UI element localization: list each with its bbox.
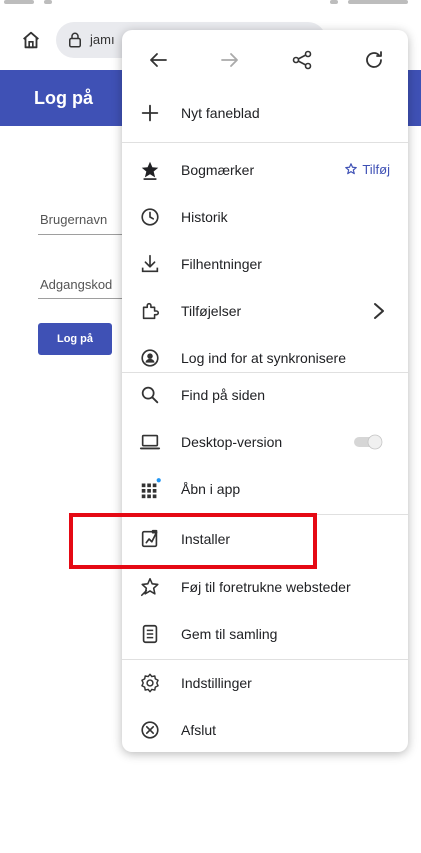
menu-item-extensions[interactable]: Tilføjelser: [122, 288, 408, 335]
share-icon[interactable]: [290, 48, 314, 72]
forward-icon[interactable]: [218, 48, 242, 72]
menu-item-label: Log ind for at synkronisere: [181, 350, 346, 366]
menu-item-label: Afslut: [181, 722, 217, 738]
add-bookmark-label: Tilføj: [362, 162, 390, 177]
star-outline-icon: [345, 163, 358, 175]
status-indicator: [4, 0, 34, 4]
menu-item-new-tab[interactable]: Nyt faneblad: [122, 90, 408, 137]
highlight-box: [69, 513, 317, 569]
menu-item-desktop-version[interactable]: Desktop-version: [122, 419, 408, 466]
menu-item-open-in-app[interactable]: Åbn i app: [122, 466, 408, 513]
menu-item-label: Nyt faneblad: [181, 105, 260, 121]
status-indicator: [348, 0, 408, 4]
apps-grid-icon: [141, 478, 161, 499]
exit-icon: [141, 721, 159, 739]
star-icon: [141, 161, 159, 180]
menu-item-history[interactable]: Historik: [122, 194, 408, 241]
menu-item-label: Indstillinger: [181, 675, 252, 691]
menu-item-save-to-collection[interactable]: Gem til samling: [122, 611, 408, 658]
refresh-icon[interactable]: [362, 48, 386, 72]
menu-nav-row: [122, 30, 408, 90]
menu-item-find-in-page[interactable]: Find på siden: [122, 372, 408, 419]
url-text: jamı: [90, 32, 115, 47]
menu-item-label: Føj til foretrukne websteder: [181, 579, 351, 595]
menu-item-add-to-favorites[interactable]: Føj til foretrukne websteder: [122, 564, 408, 611]
history-icon: [141, 208, 159, 226]
search-icon: [141, 386, 159, 404]
lock-icon: [69, 32, 81, 48]
account-icon: [141, 349, 159, 367]
add-bookmark-button[interactable]: Tilføj: [344, 162, 390, 177]
menu-item-label: Bogmærker: [181, 162, 255, 178]
username-label: Brugernavn: [40, 212, 108, 227]
menu-divider: [122, 142, 408, 143]
pin-star-icon: [140, 577, 159, 597]
browser-overflow-menu: Nyt faneblad Bogmærker Tilføj Historik F…: [122, 30, 408, 752]
menu-item-settings[interactable]: Indstillinger: [122, 660, 408, 707]
desktop-version-toggle[interactable]: [352, 434, 384, 450]
menu-item-label: Find på siden: [181, 387, 266, 403]
menu-item-exit[interactable]: Afslut: [122, 707, 408, 754]
menu-item-label: Historik: [181, 209, 228, 225]
menu-item-label: Desktop-version: [181, 434, 283, 450]
status-indicator: [44, 0, 52, 4]
download-icon: [141, 254, 159, 273]
menu-item-bookmarks[interactable]: Bogmærker Tilføj: [122, 147, 408, 194]
status-bar: [0, 0, 421, 14]
menu-item-downloads[interactable]: Filhentninger: [122, 241, 408, 288]
settings-icon: [141, 673, 159, 693]
desktop-icon: [139, 434, 161, 450]
menu-item-label: Gem til samling: [181, 626, 278, 642]
back-icon[interactable]: [146, 48, 170, 72]
username-field[interactable]: [38, 234, 128, 235]
extension-icon: [142, 302, 160, 320]
login-button[interactable]: Log på: [38, 323, 112, 355]
plus-icon: [141, 104, 159, 122]
password-label: Adgangskod: [40, 277, 113, 292]
chevron-right-icon: [374, 303, 384, 319]
home-icon[interactable]: [20, 29, 42, 51]
collection-icon: [142, 624, 158, 644]
status-indicator: [330, 0, 338, 4]
menu-item-label: Tilføjelser: [181, 303, 242, 319]
password-field[interactable]: [38, 298, 128, 299]
page-title: Log på: [34, 88, 93, 108]
menu-item-label: Filhentninger: [181, 256, 262, 272]
menu-item-label: Åbn i app: [181, 481, 241, 497]
